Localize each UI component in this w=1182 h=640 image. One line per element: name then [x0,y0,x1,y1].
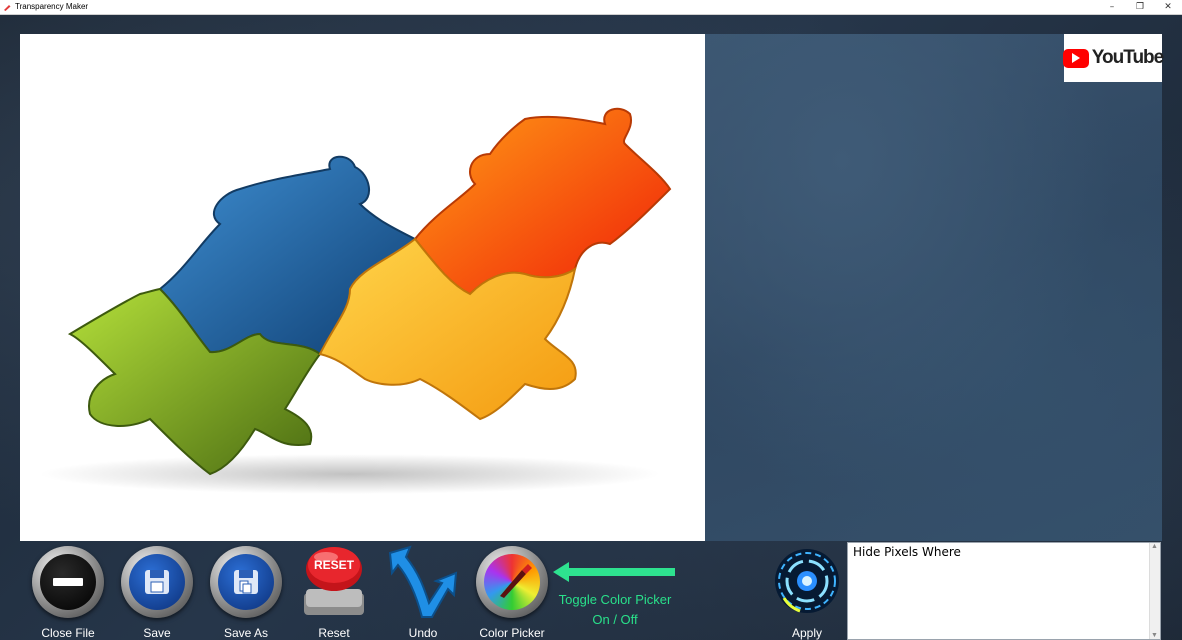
apply-label: Apply [791,626,823,640]
close-file-icon [32,546,104,618]
hide-pixels-panel[interactable]: Hide Pixels Where ▲ ▼ [847,542,1161,640]
undo-button[interactable]: Undo [383,543,463,640]
save-button[interactable]: Save [117,543,197,640]
color-picker-icon [476,546,548,618]
reset-cap-text: RESET [314,558,355,572]
youtube-text: YouTube [1091,47,1164,68]
hint-line-1: Toggle Color Picker [558,592,672,607]
source-image-canvas[interactable] [20,34,705,541]
minimize-button[interactable]: – [1098,0,1126,14]
undo-icon [388,545,458,618]
close-button[interactable]: ✕ [1154,0,1182,14]
apply-button[interactable]: Apply [768,543,846,640]
undo-label: Undo [408,626,438,640]
youtube-play-icon [1062,48,1089,68]
panel-scrollbar[interactable]: ▲ ▼ [1149,543,1160,639]
close-file-label: Close File [41,626,95,640]
toggle-color-picker-hint: Toggle Color Picker On / Off [550,590,680,630]
save-as-button[interactable]: Save As [206,543,286,640]
youtube-badge[interactable]: YouTube [1062,34,1164,82]
reset-icon: RESET [304,547,364,615]
scroll-down-icon[interactable]: ▼ [1151,632,1158,639]
color-picker-button[interactable]: Color Picker [472,543,552,640]
app-icon [4,4,11,11]
puzzle-image [40,107,672,494]
reset-button[interactable]: RESET Reset [294,543,374,640]
window-title: Transparency Maker [15,2,89,11]
window-controls: – ❐ ✕ [1098,0,1182,14]
hide-pixels-text: Hide Pixels Where [853,545,961,559]
hint-line-2: On / Off [592,612,638,627]
save-icon [121,546,193,618]
apply-icon [775,549,839,613]
title-bar: Transparency Maker – ❐ ✕ [0,0,1182,15]
save-as-icon [210,546,282,618]
restore-button[interactable]: ❐ [1126,0,1154,14]
save-as-label: Save As [223,626,269,640]
preview-canvas[interactable]: YouTube [705,34,1164,541]
close-file-button[interactable]: Close File [28,543,108,640]
save-label: Save [143,626,171,640]
color-picker-label: Color Picker [479,626,545,640]
youtube-logo: YouTube [1062,47,1164,69]
scroll-up-icon[interactable]: ▲ [1151,543,1158,550]
reset-label: Reset [318,626,350,640]
arrow-left-icon [553,562,675,582]
